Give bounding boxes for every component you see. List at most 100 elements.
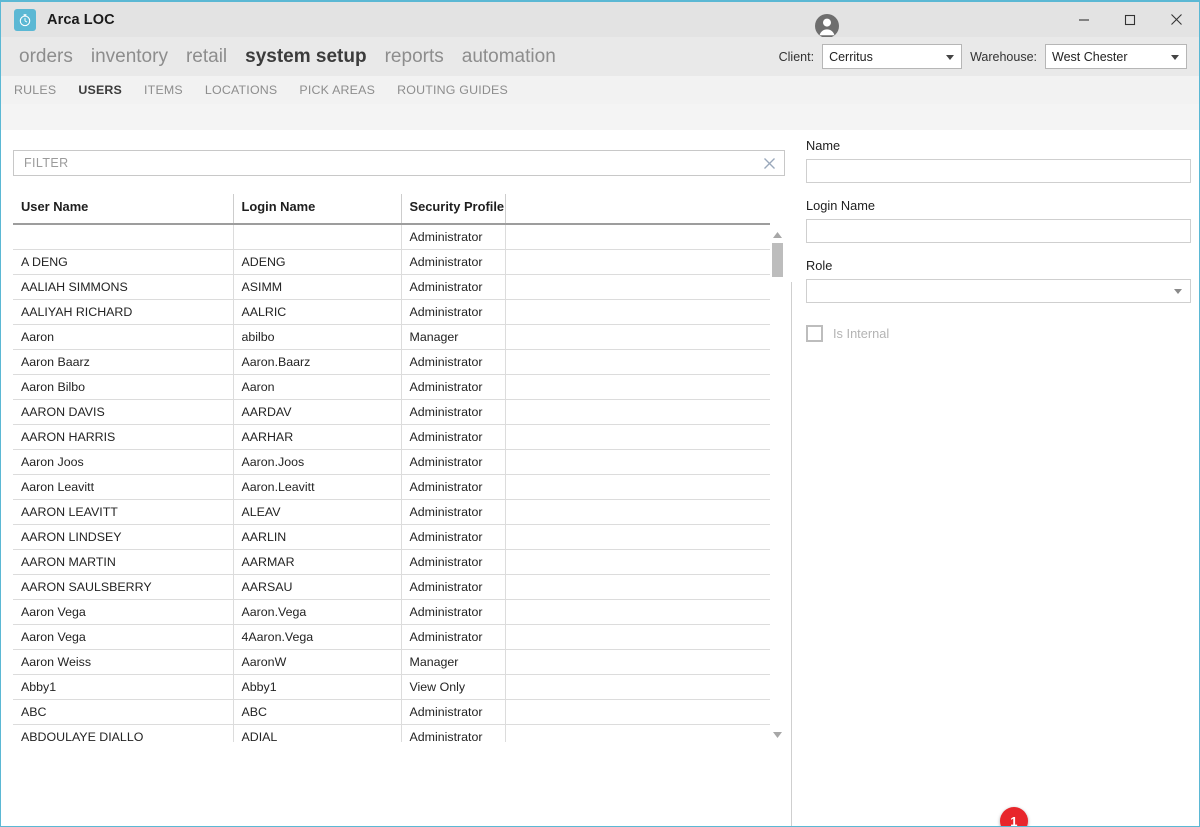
nav-item-retail[interactable]: retail [177,46,236,68]
cell-user-name: ABDOULAYE DIALLO [13,724,234,742]
tab-locations[interactable]: LOCATIONS [205,83,288,97]
users-table-wrapper: User Name Login Name Security Profile Ad… [13,194,785,742]
table-row[interactable]: Aaron Vega Aaron.Vega Administrator [13,599,770,625]
cell-blank [505,474,770,500]
clear-x-icon[interactable] [756,151,782,175]
nav-item-system-setup[interactable]: system setup [236,46,375,68]
users-list-panel: User Name Login Name Security Profile Ad… [13,150,785,742]
scroll-up-arrow-icon[interactable] [770,227,785,242]
table-row[interactable]: Aaron abilbo Manager [13,324,770,350]
filter-bar [13,150,785,176]
cell-login-name: 4Aaron.Vega [233,624,402,650]
cell-login-name: ASIMM [233,274,402,300]
scroll-down-arrow-icon[interactable] [770,727,785,742]
nav-item-reports[interactable]: reports [376,46,453,68]
is-internal-row[interactable]: Is Internal [806,325,1191,342]
cell-login-name: Aaron [233,374,402,400]
cell-blank [505,699,770,725]
warehouse-value: West Chester [1052,49,1128,64]
cell-security-profile: Manager [401,324,506,350]
login-name-field[interactable] [806,219,1191,243]
table-row[interactable]: Aaron Weiss AaronW Manager [13,649,770,675]
cell-blank [505,324,770,350]
tab-rules[interactable]: RULES [14,83,67,97]
scrollbar-thumb[interactable] [772,243,783,277]
cell-security-profile: Administrator [401,724,506,742]
name-field[interactable] [806,159,1191,183]
column-header-login-name[interactable]: Login Name [233,194,402,225]
cell-user-name: AARON DAVIS [13,399,234,425]
nav-item-inventory[interactable]: inventory [82,46,177,68]
table-row[interactable]: Aaron Bilbo Aaron Administrator [13,374,770,400]
table-row[interactable]: AARON LINDSEY AARLIN Administrator [13,524,770,550]
table-row[interactable]: AALIAH SIMMONS ASIMM Administrator [13,274,770,300]
minimize-button[interactable] [1061,2,1107,37]
cell-login-name: Aaron.Leavitt [233,474,402,500]
cell-blank [505,424,770,450]
cell-user-name: AARON HARRIS [13,424,234,450]
table-row[interactable]: A DENG ADENG Administrator [13,249,770,275]
table-row[interactable]: ABC ABC Administrator [13,699,770,725]
table-row[interactable]: Aaron Vega 4Aaron.Vega Administrator [13,624,770,650]
app-title: Arca LOC [47,11,115,28]
users-table: User Name Login Name Security Profile Ad… [13,194,770,742]
table-row[interactable]: AARON DAVIS AARDAV Administrator [13,399,770,425]
nav-item-orders[interactable]: orders [10,46,82,68]
filter-input[interactable] [14,156,756,170]
cell-login-name: AARLIN [233,524,402,550]
cell-user-name [13,224,234,250]
cell-blank [505,499,770,525]
step-badge: 1 [999,807,1028,826]
user-detail-form: Name Login Name Role Is Internal [806,138,1191,342]
cell-blank [505,649,770,675]
table-row[interactable]: ABDOULAYE DIALLO ADIAL Administrator [13,724,770,742]
cell-login-name: Abby1 [233,674,402,700]
table-row[interactable]: Aaron Joos Aaron.Joos Administrator [13,449,770,475]
user-avatar-icon[interactable] [813,12,841,40]
table-header-row: User Name Login Name Security Profile [13,194,770,225]
cell-blank [505,224,770,250]
cell-login-name: ABC [233,699,402,725]
maximize-button[interactable] [1107,2,1153,37]
table-row[interactable]: AALIYAH RICHARD AALRIC Administrator [13,299,770,325]
cell-security-profile: Administrator [401,274,506,300]
column-header-blank[interactable] [505,194,770,225]
table-row[interactable]: Aaron Leavitt Aaron.Leavitt Administrator [13,474,770,500]
tab-items[interactable]: ITEMS [144,83,194,97]
role-dropdown[interactable] [806,279,1191,303]
tab-users[interactable]: USERS [78,83,133,97]
column-header-security-profile[interactable]: Security Profile [401,194,506,225]
users-table-head: User Name Login Name Security Profile [13,194,770,225]
client-dropdown[interactable]: Cerritus [822,44,963,69]
table-row[interactable]: AARON SAULSBERRY AARSAU Administrator [13,574,770,600]
table-row[interactable]: AARON LEAVITT ALEAV Administrator [13,499,770,525]
column-header-user-name[interactable]: User Name [13,194,234,225]
is-internal-checkbox[interactable] [806,325,823,342]
cell-security-profile: Administrator [401,249,506,275]
tab-routing-guides[interactable]: ROUTING GUIDES [397,83,519,97]
cell-security-profile: Administrator [401,449,506,475]
tab-pick-areas[interactable]: PICK AREAS [299,83,386,97]
main-navigation: orders inventory retail system setup rep… [1,37,1199,76]
nav-item-automation[interactable]: automation [453,46,565,68]
cell-security-profile: Administrator [401,424,506,450]
cell-login-name: AALRIC [233,299,402,325]
cell-user-name: AARON MARTIN [13,549,234,575]
table-row[interactable]: Abby1 Abby1 View Only [13,674,770,700]
chevron-down-icon [1174,289,1182,294]
table-vertical-scrollbar[interactable] [770,227,785,742]
users-table-body: Administrator A DENG ADENG Administrator AAL… [13,224,770,742]
table-row[interactable]: AARON HARRIS AARHAR Administrator [13,424,770,450]
cell-security-profile: Administrator [401,349,506,375]
cell-security-profile: Manager [401,649,506,675]
warehouse-dropdown[interactable]: West Chester [1045,44,1187,69]
table-row[interactable]: AARON MARTIN AARMAR Administrator [13,549,770,575]
table-row[interactable]: Aaron Baarz Aaron.Baarz Administrator [13,349,770,375]
cell-blank [505,349,770,375]
cell-user-name: Aaron Bilbo [13,374,234,400]
chevron-down-icon [1171,54,1179,60]
close-button[interactable] [1153,2,1199,37]
cell-login-name: AARMAR [233,549,402,575]
cell-user-name: Aaron [13,324,234,350]
table-row[interactable]: Administrator [13,224,770,250]
